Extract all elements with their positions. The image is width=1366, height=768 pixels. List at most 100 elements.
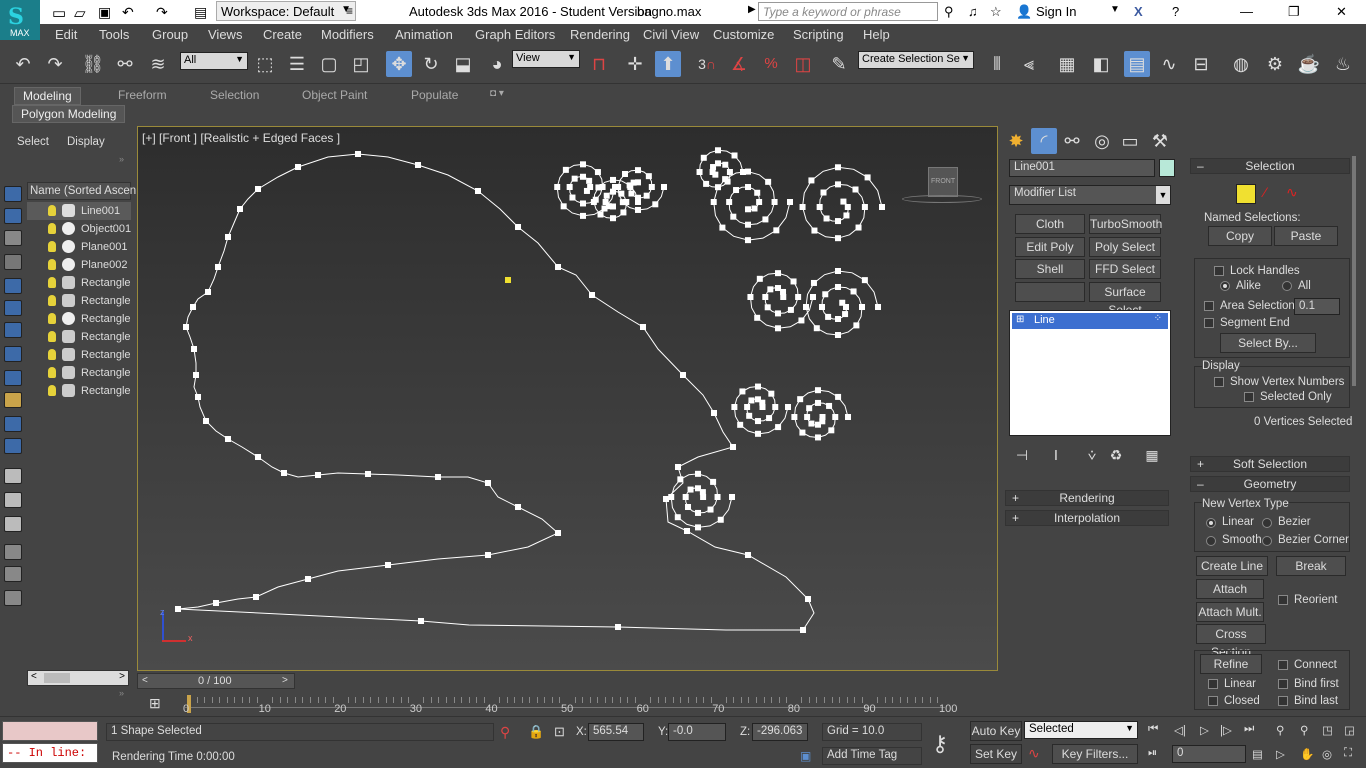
display-space-warps-icon[interactable]: [4, 322, 22, 338]
light-bulb-icon[interactable]: [48, 313, 56, 324]
auto-key-button[interactable]: Auto Key: [970, 721, 1022, 741]
time-prev-icon[interactable]: <: [142, 675, 148, 686]
vertex-handle[interactable]: [648, 184, 655, 190]
vertex-handle[interactable]: [771, 199, 778, 205]
scroll-left-icon[interactable]: <: [31, 671, 37, 682]
vertex-handle[interactable]: [775, 424, 782, 431]
goto-end-icon[interactable]: ⏭: [1244, 723, 1254, 736]
vertex-handle[interactable]: [580, 173, 586, 180]
light-bulb-icon[interactable]: [48, 367, 56, 378]
vertex-handle[interactable]: [225, 234, 231, 240]
make-unique-icon[interactable]: ⩒: [1079, 442, 1105, 468]
select-move-icon[interactable]: ✥: [386, 51, 412, 77]
vertex-handle[interactable]: [183, 324, 189, 330]
time-configuration-icon[interactable]: ▤: [1252, 747, 1263, 761]
break-button[interactable]: Break: [1276, 556, 1346, 576]
vertex-handle[interactable]: [745, 237, 751, 244]
vertex-handle[interactable]: [775, 325, 781, 332]
vertex-handle[interactable]: [835, 218, 841, 225]
vertex-handle[interactable]: [808, 177, 815, 184]
menu-rendering[interactable]: Rendering: [570, 27, 630, 42]
favorites-icon[interactable]: ☆: [990, 4, 1002, 20]
filter-icon[interactable]: [4, 544, 22, 560]
horizontal-scrollbar[interactable]: < >: [27, 670, 129, 686]
scene-explorer-icon[interactable]: ▤: [1124, 51, 1150, 77]
bind-space-warp-icon[interactable]: ≋: [145, 51, 171, 77]
vertex-handle[interactable]: [569, 194, 576, 201]
vertex-handle[interactable]: [435, 474, 441, 480]
vertex-handle[interactable]: [775, 310, 781, 317]
vertex-handle[interactable]: [707, 506, 714, 513]
help-icon[interactable]: ?: [1172, 4, 1179, 19]
vertex-handle[interactable]: [745, 552, 751, 558]
vertex-handle[interactable]: [810, 279, 817, 286]
vertex-handle[interactable]: [595, 184, 602, 191]
vertex-handle[interactable]: [696, 169, 703, 175]
tab-object-paint[interactable]: Object Paint: [294, 87, 375, 105]
vertex-handle[interactable]: [571, 175, 578, 182]
list-item[interactable]: Rectangle: [27, 274, 131, 292]
show-end-result-icon[interactable]: Ⅰ: [1043, 442, 1069, 468]
play-icon[interactable]: ▷: [1200, 723, 1209, 737]
vertex-handle[interactable]: [835, 235, 841, 242]
menu-customize[interactable]: Customize: [713, 27, 774, 42]
pin-stack-icon[interactable]: ⊣: [1009, 442, 1035, 468]
select-object-icon[interactable]: ⬚: [252, 51, 278, 77]
communication-center-icon[interactable]: ♫: [968, 4, 978, 19]
expand-plus-icon[interactable]: ⊞: [1016, 314, 1024, 325]
vertex-handle[interactable]: [385, 562, 391, 568]
spline-mode-icon[interactable]: ∿: [1286, 184, 1298, 201]
turbosmooth-button[interactable]: TurboSmooth: [1089, 214, 1162, 234]
search-icon[interactable]: ⚲: [944, 4, 954, 20]
reorient-checkbox[interactable]: [1278, 595, 1288, 605]
vertex-handle[interactable]: [712, 171, 719, 178]
key-filters-button[interactable]: Key Filters...: [1052, 744, 1138, 764]
vertex-handle[interactable]: [767, 286, 774, 293]
vertex-handle[interactable]: [580, 161, 586, 168]
vertex-handle[interactable]: [695, 509, 701, 516]
display-geometry-icon[interactable]: [4, 208, 22, 224]
vertex-handle[interactable]: [610, 215, 616, 222]
mini-curve-editor-icon[interactable]: ⊞: [149, 695, 161, 712]
vertex-handle[interactable]: [643, 192, 650, 199]
vertex-handle[interactable]: [813, 325, 820, 332]
menu-scripting[interactable]: Scripting: [793, 27, 844, 42]
menu-help[interactable]: Help: [863, 27, 890, 42]
surface-select-button[interactable]: Surface Select: [1089, 282, 1161, 317]
vertex-handle[interactable]: [663, 496, 669, 502]
vertex-handle[interactable]: [772, 404, 779, 410]
light-bulb-icon[interactable]: [48, 349, 56, 360]
vertex-handle[interactable]: [715, 184, 721, 191]
attach-button[interactable]: Attach: [1196, 579, 1264, 599]
display-none-icon[interactable]: [4, 492, 22, 508]
unlink-icon[interactable]: ⚯: [112, 51, 138, 77]
vertex-handle[interactable]: [791, 414, 798, 420]
vertex-handle[interactable]: [835, 332, 841, 338]
select-place-icon[interactable]: ◕: [484, 51, 510, 77]
vertex-handle[interactable]: [710, 199, 717, 205]
vertex-handle[interactable]: [798, 317, 805, 324]
vertex-handle[interactable]: [835, 393, 842, 400]
display-object-xrefs-icon[interactable]: [4, 370, 22, 386]
vertex-handle[interactable]: [603, 192, 610, 199]
vertex-handle[interactable]: [586, 177, 593, 184]
vertex-handle[interactable]: [853, 322, 860, 329]
maxscript-listener-top[interactable]: [2, 721, 98, 741]
vertex-handle[interactable]: [485, 480, 491, 486]
list-item[interactable]: Rectangle: [27, 346, 131, 364]
select-by-button[interactable]: Select By...: [1220, 333, 1316, 353]
mirror-icon[interactable]: ⫴: [984, 51, 1010, 77]
light-bulb-icon[interactable]: [48, 205, 56, 216]
linear-refine-checkbox[interactable]: [1208, 679, 1218, 689]
name-column-header[interactable]: Name (Sorted Ascen: [27, 182, 136, 200]
display-tab-icon[interactable]: ▭: [1117, 128, 1143, 154]
vertex-handle[interactable]: [845, 414, 851, 420]
vertex-handle[interactable]: [835, 316, 841, 322]
alike-radio[interactable]: [1220, 281, 1230, 291]
vertex-handle[interactable]: [773, 227, 780, 234]
select-rotate-icon[interactable]: ↻: [418, 51, 444, 77]
vertex-handle[interactable]: [765, 178, 772, 185]
vertex-handle[interactable]: [597, 211, 604, 218]
vertex-handle[interactable]: [823, 215, 830, 222]
field-of-view-icon[interactable]: ▷: [1276, 747, 1285, 761]
